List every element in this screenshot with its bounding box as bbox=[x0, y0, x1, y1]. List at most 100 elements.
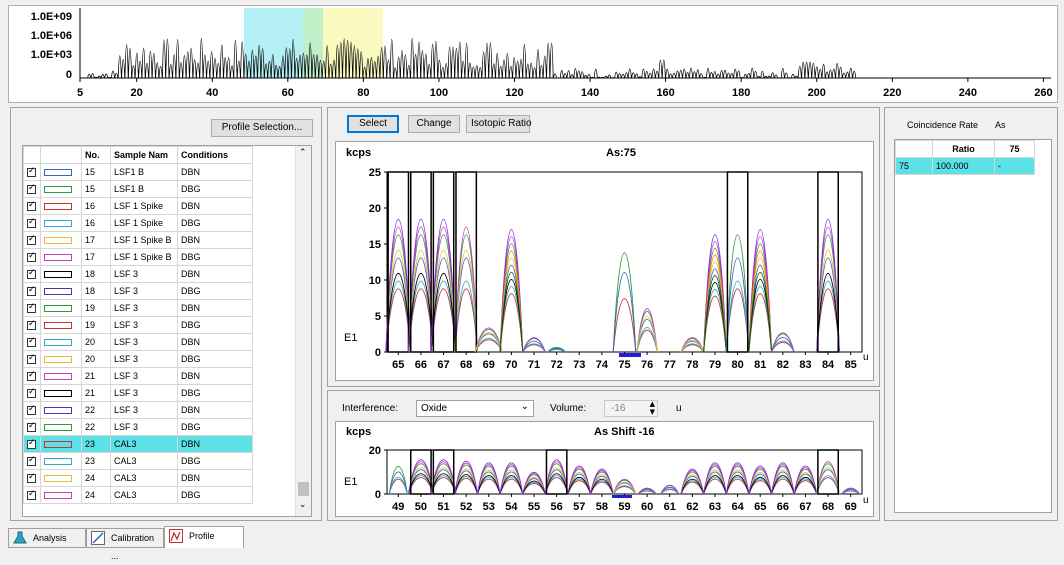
sample-row-color[interactable] bbox=[40, 384, 82, 402]
sample-row-color[interactable] bbox=[40, 299, 82, 317]
sample-row[interactable]: 16LSF 1 SpikeDBG bbox=[23, 214, 253, 232]
sample-row[interactable]: 22LSF 3DBG bbox=[23, 418, 253, 436]
checkbox-checked-icon[interactable] bbox=[27, 472, 36, 484]
shift-spectrum-chart[interactable]: 20 0 49 50 51 52 53 54 55 56 57 58 59 60 61 62 63 64 65 66… bbox=[336, 422, 873, 516]
checkbox-checked-icon[interactable] bbox=[27, 268, 36, 280]
sample-row-checkbox[interactable] bbox=[23, 401, 41, 419]
checkbox-checked-icon[interactable] bbox=[27, 387, 36, 399]
tab-analysis[interactable]: Analysis bbox=[8, 528, 86, 548]
sample-row-color[interactable] bbox=[40, 197, 82, 215]
overview-spectrum-chart[interactable]: 1.0E+09 1.0E+06 1.0E+03 0 5 20 40 60 80 100 120 14… bbox=[9, 6, 1057, 102]
checkbox-checked-icon[interactable] bbox=[27, 166, 36, 178]
change-button[interactable]: Change bbox=[408, 115, 460, 133]
tab-profile[interactable]: Profile bbox=[164, 526, 244, 548]
col-conditions[interactable]: Conditions bbox=[177, 146, 253, 164]
sample-row[interactable]: 20LSF 3DBN bbox=[23, 333, 253, 351]
sample-row-color[interactable] bbox=[40, 231, 82, 249]
sample-row-checkbox[interactable] bbox=[23, 486, 41, 504]
vertical-scrollbar[interactable]: ⌃ ⌄ bbox=[295, 146, 311, 516]
sample-row-color[interactable] bbox=[40, 367, 82, 385]
sample-row[interactable]: 23CAL3DBG bbox=[23, 452, 253, 470]
checkbox-checked-icon[interactable] bbox=[27, 404, 36, 416]
sample-row-color[interactable] bbox=[40, 180, 82, 198]
isotopic-ratio-button[interactable]: Isotopic Ratio bbox=[466, 115, 532, 133]
checkbox-checked-icon[interactable] bbox=[27, 319, 36, 331]
checkbox-checked-icon[interactable] bbox=[27, 455, 36, 467]
sample-row[interactable]: 21LSF 3DBN bbox=[23, 367, 253, 385]
sample-row-checkbox[interactable] bbox=[23, 469, 41, 487]
sample-row-checkbox[interactable] bbox=[23, 282, 41, 300]
scroll-down-icon[interactable]: ⌄ bbox=[299, 500, 307, 510]
sample-row[interactable]: 17LSF 1 Spike BDBN bbox=[23, 231, 253, 249]
sample-row-checkbox[interactable] bbox=[23, 435, 41, 453]
col-no[interactable]: No. bbox=[81, 146, 111, 164]
checkbox-checked-icon[interactable] bbox=[27, 370, 36, 382]
checkbox-checked-icon[interactable] bbox=[27, 200, 36, 212]
sample-row-checkbox[interactable] bbox=[23, 316, 41, 334]
sample-row-checkbox[interactable] bbox=[23, 163, 41, 181]
sample-row-color[interactable] bbox=[40, 435, 82, 453]
sample-row-color[interactable] bbox=[40, 248, 82, 266]
sample-row[interactable]: 19LSF 3DBG bbox=[23, 316, 253, 334]
checkbox-checked-icon[interactable] bbox=[27, 438, 36, 450]
sample-row-color[interactable] bbox=[40, 350, 82, 368]
checkbox-checked-icon[interactable] bbox=[27, 336, 36, 348]
sample-row[interactable]: 24CAL3DBN bbox=[23, 469, 253, 487]
sample-row-color[interactable] bbox=[40, 452, 82, 470]
sample-row-color[interactable] bbox=[40, 282, 82, 300]
volume-stepper[interactable]: -16 ▲ ▼ bbox=[604, 400, 658, 417]
checkbox-checked-icon[interactable] bbox=[27, 302, 36, 314]
sample-row[interactable]: 18LSF 3DBG bbox=[23, 282, 253, 300]
coincidence-row[interactable]: 75 100.000 - bbox=[895, 157, 1035, 175]
sample-row-checkbox[interactable] bbox=[23, 384, 41, 402]
sample-row-color[interactable] bbox=[40, 214, 82, 232]
sample-row-checkbox[interactable] bbox=[23, 299, 41, 317]
sample-row[interactable]: 22LSF 3DBN bbox=[23, 401, 253, 419]
checkbox-checked-icon[interactable] bbox=[27, 183, 36, 195]
sample-row[interactable]: 18LSF 3DBN bbox=[23, 265, 253, 283]
sample-row[interactable]: 16LSF 1 SpikeDBN bbox=[23, 197, 253, 215]
interference-select[interactable]: Oxide ⌄ bbox=[416, 400, 534, 417]
checkbox-checked-icon[interactable] bbox=[27, 234, 36, 246]
checkbox-checked-icon[interactable] bbox=[27, 353, 36, 365]
sample-row-color[interactable] bbox=[40, 486, 82, 504]
scroll-thumb[interactable] bbox=[298, 482, 309, 496]
sample-row-color[interactable] bbox=[40, 163, 82, 181]
sample-row-checkbox[interactable] bbox=[23, 265, 41, 283]
sample-row[interactable]: 20LSF 3DBG bbox=[23, 350, 253, 368]
scroll-up-icon[interactable]: ⌃ bbox=[299, 148, 307, 158]
sample-row-color[interactable] bbox=[40, 418, 82, 436]
sample-row-color[interactable] bbox=[40, 401, 82, 419]
checkbox-checked-icon[interactable] bbox=[27, 489, 36, 501]
sample-row[interactable]: 23CAL3DBN bbox=[23, 435, 253, 453]
sample-row-checkbox[interactable] bbox=[23, 180, 41, 198]
sample-row-checkbox[interactable] bbox=[23, 350, 41, 368]
sample-row[interactable]: 15LSF1 BDBG bbox=[23, 180, 253, 198]
col-sample-name[interactable]: Sample Nam bbox=[110, 146, 178, 164]
sample-row-color[interactable] bbox=[40, 333, 82, 351]
sample-row-checkbox[interactable] bbox=[23, 248, 41, 266]
sample-row[interactable]: 19LSF 3DBN bbox=[23, 299, 253, 317]
checkbox-checked-icon[interactable] bbox=[27, 421, 36, 433]
sample-row[interactable]: 15LSF1 BDBN bbox=[23, 163, 253, 181]
sample-row[interactable]: 24CAL3DBG bbox=[23, 486, 253, 504]
sample-row-color[interactable] bbox=[40, 265, 82, 283]
tab-calibration[interactable]: Calibration ... bbox=[86, 528, 164, 561]
checkbox-checked-icon[interactable] bbox=[27, 285, 36, 297]
sample-row-checkbox[interactable] bbox=[23, 333, 41, 351]
stepper-arrows-icon[interactable]: ▲ ▼ bbox=[650, 400, 655, 416]
main-spectrum-chart[interactable]: 25 20 15 10 5 0 65 66 67 68 69 70 71 72 73 74 75 76 77 78 7… bbox=[336, 142, 873, 380]
sample-row[interactable]: 21LSF 3DBG bbox=[23, 384, 253, 402]
sample-row-checkbox[interactable] bbox=[23, 418, 41, 436]
sample-row[interactable]: 17LSF 1 Spike BDBG bbox=[23, 248, 253, 266]
sample-row-checkbox[interactable] bbox=[23, 214, 41, 232]
checkbox-checked-icon[interactable] bbox=[27, 217, 36, 229]
checkbox-checked-icon[interactable] bbox=[27, 251, 36, 263]
sample-row-checkbox[interactable] bbox=[23, 231, 41, 249]
sample-row-checkbox[interactable] bbox=[23, 452, 41, 470]
chevron-down-icon[interactable]: ⌄ bbox=[521, 401, 529, 412]
sample-row-color[interactable] bbox=[40, 469, 82, 487]
sample-row-checkbox[interactable] bbox=[23, 197, 41, 215]
profile-selection-button[interactable]: Profile Selection... bbox=[211, 119, 313, 137]
select-button[interactable]: Select bbox=[347, 115, 399, 133]
